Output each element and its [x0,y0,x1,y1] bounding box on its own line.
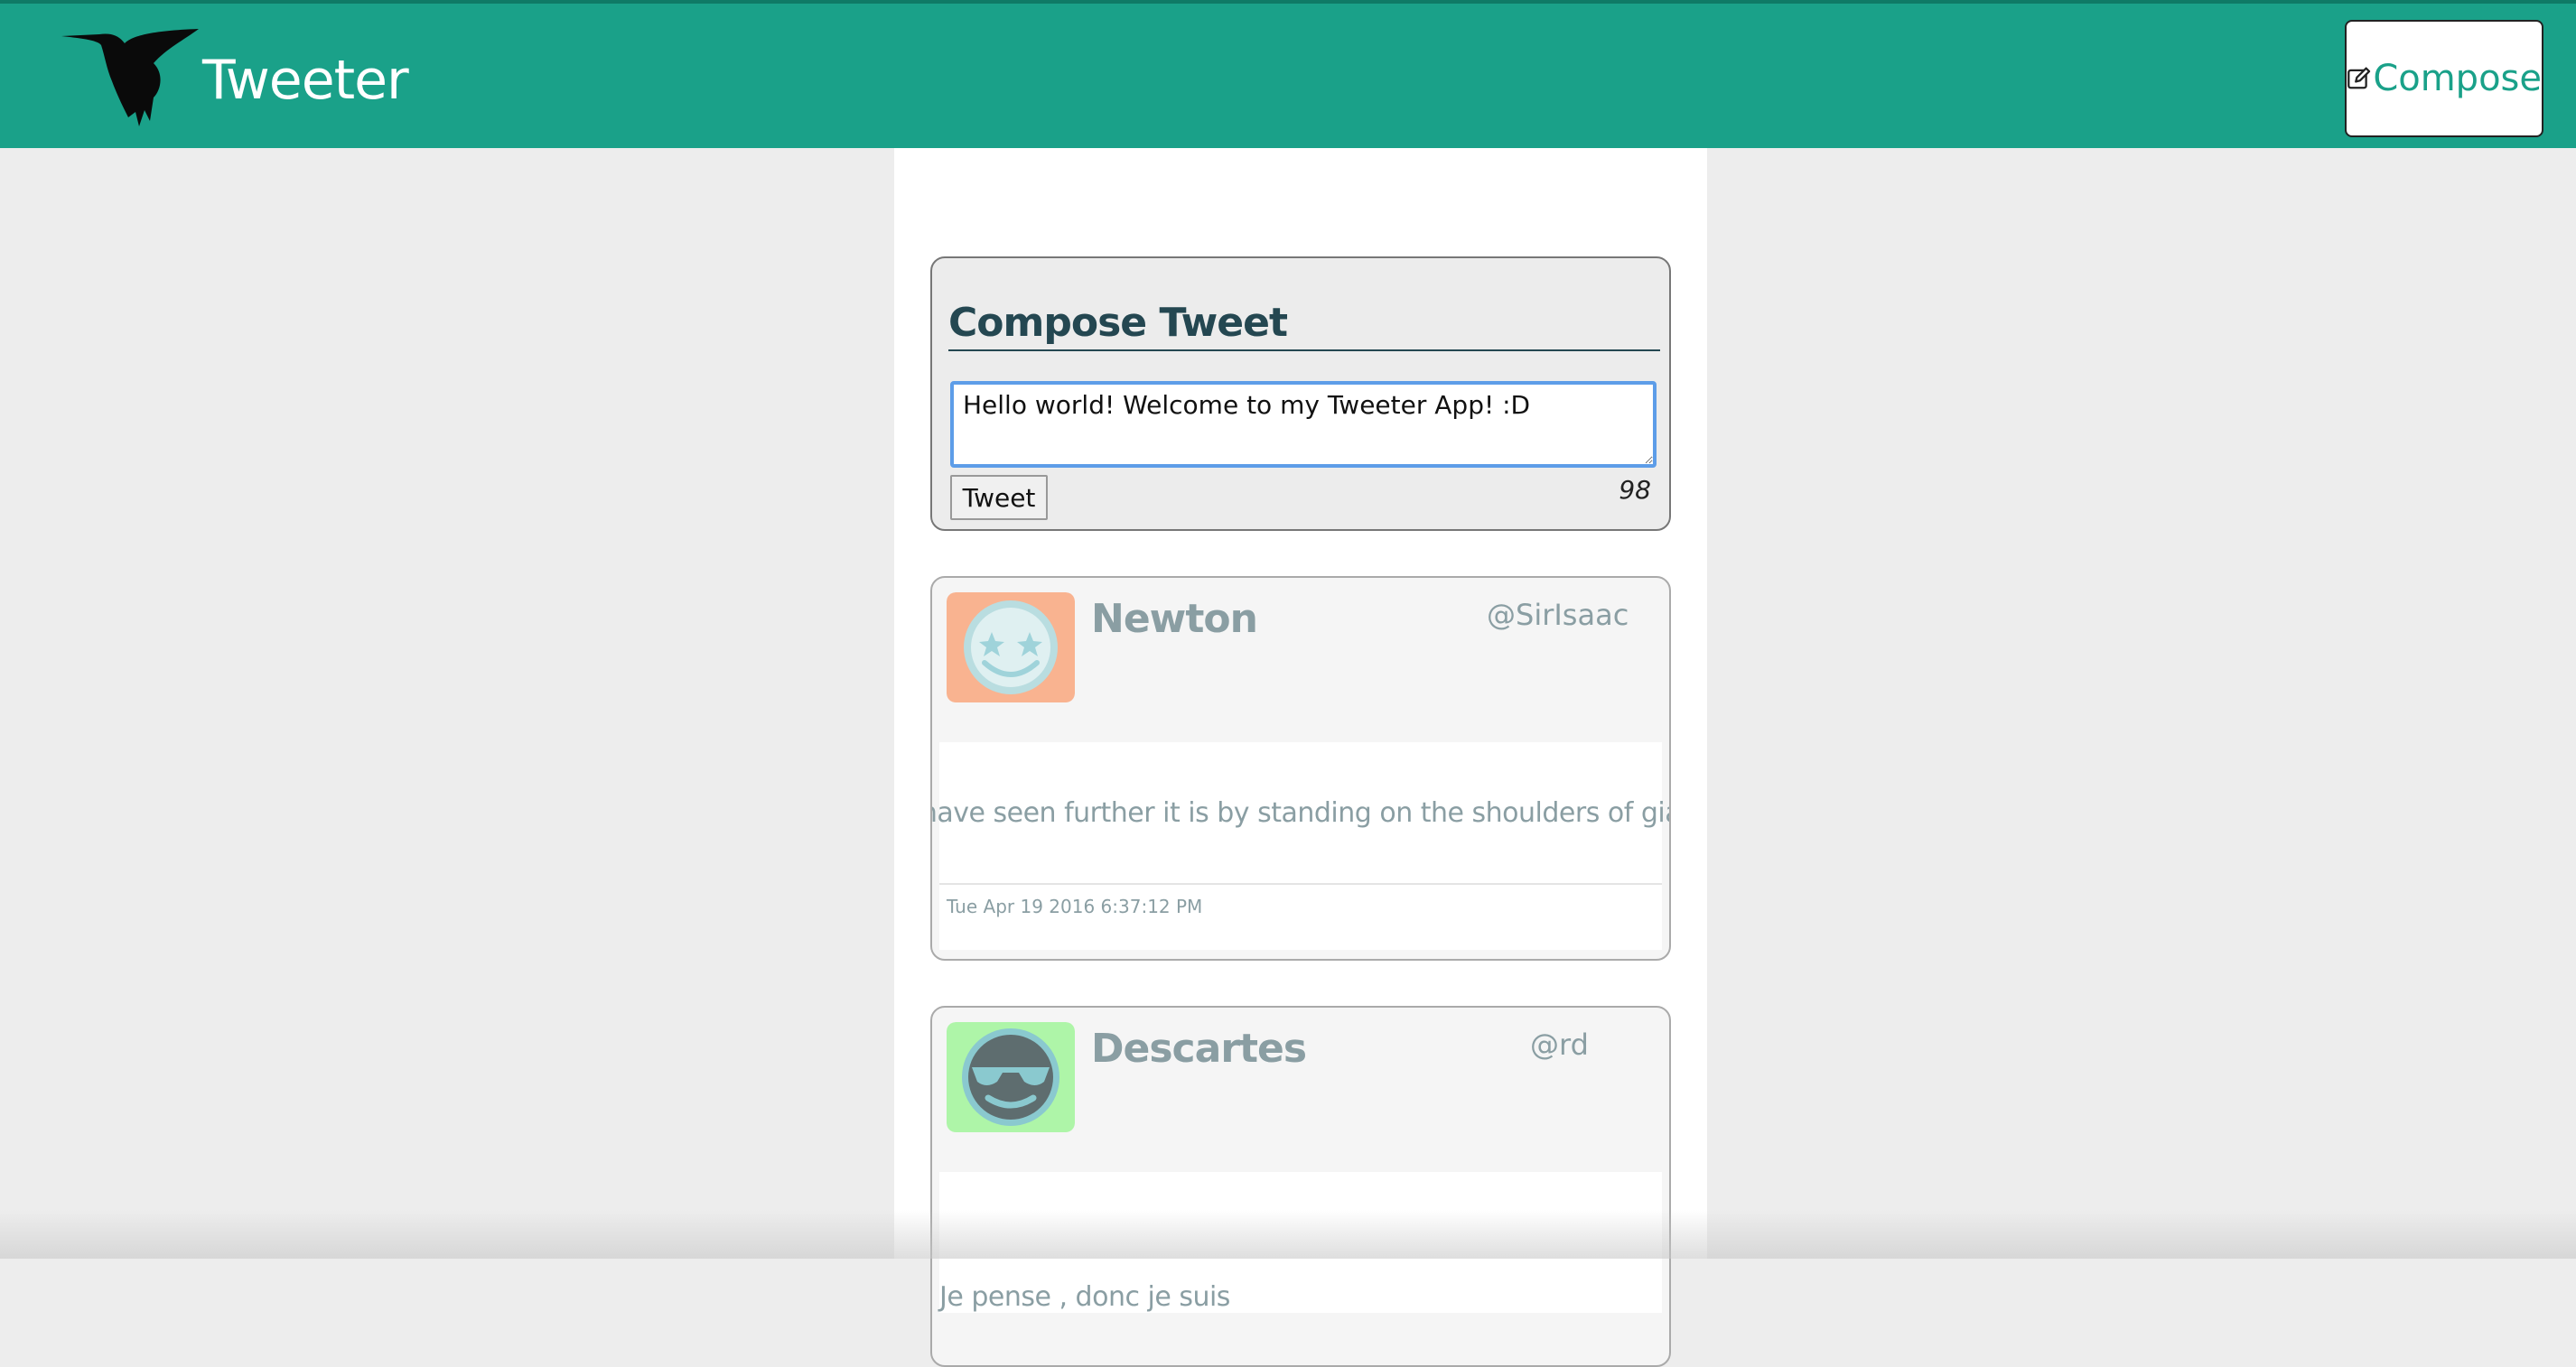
compose-panel: Compose Tweet Tweet 98 [930,256,1671,531]
tweet-author: Descartes [1091,1026,1307,1072]
tweet-button[interactable]: Tweet [950,475,1048,520]
tweet-card: Newton @SirIsaac If I have seen further … [930,576,1671,961]
main-column: Compose Tweet Tweet 98 Newton @SirIsaac … [894,148,1707,1367]
tweet-author: Newton [1091,596,1258,642]
top-nav: Tweeter Compose [0,0,2576,148]
compose-button[interactable]: Compose [2345,20,2543,137]
starry-eyed-smiley-icon [947,592,1075,702]
compose-title: Compose Tweet [948,300,1660,351]
tweet-content: Je pense , donc je suis [939,1172,1662,1313]
tweet-handle: @rd [1530,1028,1589,1062]
hummingbird-icon [61,29,199,126]
tweet-timestamp: Tue Apr 19 2016 6:37:12 PM [939,883,1662,950]
tweet-card: Descartes @rd Je pense , donc je suis [930,1006,1671,1367]
compose-button-label: Compose [2373,58,2542,99]
tweet-input[interactable] [950,381,1657,468]
edit-icon [2347,67,2371,89]
sunglasses-smiley-icon [947,1022,1075,1132]
brand-title: Tweeter [202,49,409,112]
tweet-handle: @SirIsaac [1487,598,1629,632]
character-counter: 98 [1619,475,1651,505]
tweet-content: If I have seen further it is by standing… [932,742,1669,883]
